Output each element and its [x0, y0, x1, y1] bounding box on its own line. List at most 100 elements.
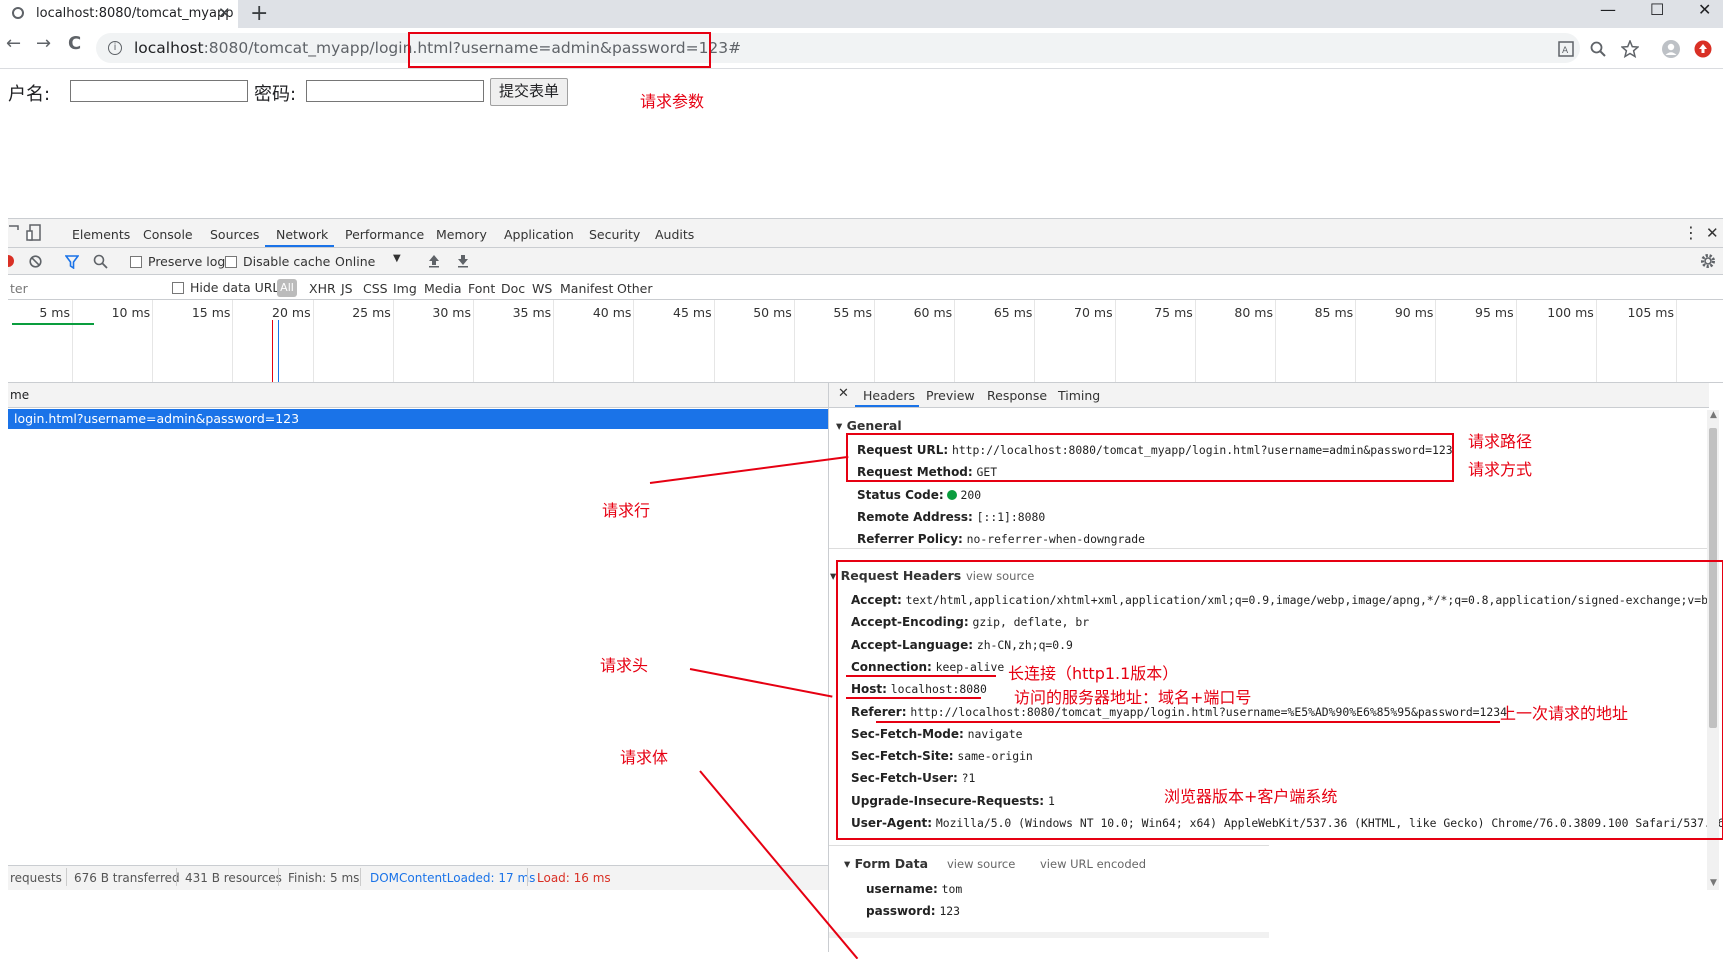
- type-filter-manifest[interactable]: Manifest: [560, 281, 613, 296]
- import-har-icon[interactable]: [428, 254, 440, 268]
- translate-icon[interactable]: A: [1558, 41, 1574, 57]
- active-tab-indicator: [265, 245, 334, 247]
- tab-response[interactable]: Response: [987, 388, 1047, 403]
- host-underline: [846, 697, 981, 699]
- scroll-down-icon[interactable]: ▼: [1710, 878, 1717, 888]
- tab-elements[interactable]: Elements: [72, 227, 130, 242]
- back-icon[interactable]: ←: [6, 33, 21, 54]
- device-toolbar-icon[interactable]: [26, 224, 42, 242]
- tab-timing[interactable]: Timing: [1058, 388, 1100, 403]
- settings-gear-icon[interactable]: [1700, 253, 1716, 269]
- reload-icon[interactable]: C: [68, 33, 81, 54]
- devtools-close-icon[interactable]: ✕: [1706, 224, 1719, 242]
- status-dcl: DOMContentLoaded: 17 ms: [370, 871, 536, 885]
- update-icon[interactable]: [1694, 40, 1712, 58]
- zoom-icon[interactable]: [1590, 41, 1606, 57]
- timeline-gridline: [1595, 300, 1597, 382]
- header-key: password:: [866, 904, 936, 918]
- devtools-tab-bar: [8, 219, 1723, 248]
- header-row: Referrer Policy: no-referrer-when-downgr…: [857, 532, 1145, 546]
- tab-audits[interactable]: Audits: [655, 227, 694, 242]
- type-filter-all[interactable]: All: [277, 279, 297, 297]
- header-key: Remote Address:: [857, 509, 973, 524]
- timeline-tick: 95 ms: [1475, 305, 1514, 320]
- more-options-icon[interactable]: ⋮: [1683, 223, 1699, 242]
- timeline-gridline: [1275, 300, 1276, 382]
- disable-cache-checkbox[interactable]: [225, 256, 237, 268]
- request-row[interactable]: login.html?username=admin&password=123: [8, 409, 828, 429]
- timeline-tick: 10 ms: [111, 305, 151, 320]
- new-tab-button[interactable]: +: [250, 1, 268, 26]
- search-icon[interactable]: [93, 254, 108, 269]
- timeline-tick: 45 ms: [673, 305, 712, 320]
- username-input[interactable]: [70, 80, 248, 102]
- timeline-gridline: [1676, 300, 1677, 382]
- throttle-select[interactable]: Online: [335, 254, 375, 269]
- tab-memory[interactable]: Memory: [436, 227, 487, 242]
- tab-headers[interactable]: Headers: [863, 388, 915, 403]
- horizontal-scrollbar[interactable]: [829, 932, 1269, 938]
- type-filter-other[interactable]: Other: [617, 281, 653, 296]
- form-data-title: Form Data: [854, 856, 929, 871]
- tab-performance[interactable]: Performance: [345, 227, 424, 242]
- timeline-gridline: [1515, 300, 1517, 382]
- timeline-tick: 50 ms: [753, 305, 792, 320]
- password-input[interactable]: [306, 80, 484, 102]
- filter-input[interactable]: ter: [10, 281, 28, 296]
- type-filter-js[interactable]: JS: [341, 281, 353, 296]
- form-data-view-url-encoded[interactable]: view URL encoded: [1040, 857, 1146, 871]
- status-load: Load: 16 ms: [537, 871, 611, 885]
- section-divider: [829, 845, 1269, 846]
- scroll-up-icon[interactable]: ▲: [1710, 410, 1717, 420]
- tab-network[interactable]: Network: [276, 227, 328, 242]
- header-key: Status Code:: [857, 487, 944, 502]
- detail-close-icon[interactable]: ✕: [838, 386, 849, 401]
- info-icon[interactable]: i: [108, 41, 122, 55]
- type-filter-ws[interactable]: WS: [532, 281, 552, 296]
- tab-console[interactable]: Console: [143, 227, 193, 242]
- status-requests: requests: [10, 871, 62, 885]
- header-value: tom: [941, 882, 963, 896]
- annotation-params: 请求参数: [640, 92, 705, 111]
- type-filter-font[interactable]: Font: [468, 281, 495, 296]
- annotation-request-line: 请求行: [602, 501, 651, 520]
- bookmark-star-icon[interactable]: [1621, 40, 1639, 58]
- chevron-down-icon[interactable]: ▼: [393, 253, 401, 264]
- forward-icon[interactable]: →: [36, 33, 51, 54]
- tab-close-icon[interactable]: ✕: [218, 4, 231, 22]
- record-icon[interactable]: [8, 255, 16, 267]
- annotation-request-head: 请求头: [600, 656, 649, 675]
- timeline-gridline: [1435, 300, 1437, 382]
- inspect-icon[interactable]: [8, 225, 22, 241]
- window-close-icon[interactable]: ✕: [1698, 0, 1711, 19]
- form-data-view-source[interactable]: view source: [947, 857, 1015, 871]
- tab-sources[interactable]: Sources: [210, 227, 259, 242]
- type-filter-doc[interactable]: Doc: [501, 281, 525, 296]
- maximize-icon[interactable]: ☐: [1650, 0, 1664, 19]
- timeline-tick: 40 ms: [592, 305, 632, 320]
- name-column-header[interactable]: me: [10, 388, 29, 402]
- browser-tab[interactable]: localhost:8080/tomcat_myapp ✕: [0, 0, 238, 28]
- form-data-toggle[interactable]: ▾ Form Data: [844, 856, 928, 871]
- tab-preview[interactable]: Preview: [926, 388, 975, 403]
- type-filter-media[interactable]: Media: [424, 281, 462, 296]
- timeline-gridline: [954, 300, 956, 382]
- general-section-toggle[interactable]: ▾ General: [836, 418, 902, 433]
- type-filter-img[interactable]: Img: [393, 281, 417, 296]
- referer-underline: [876, 721, 1500, 723]
- profile-icon[interactable]: [1662, 40, 1680, 58]
- globe-icon: [12, 7, 24, 19]
- type-filter-xhr[interactable]: XHR: [309, 281, 336, 296]
- clear-icon[interactable]: [29, 255, 42, 268]
- header-key: username:: [866, 882, 938, 896]
- submit-button[interactable]: 提交表单: [490, 78, 568, 106]
- hide-data-urls-checkbox[interactable]: [172, 282, 184, 294]
- preserve-log-checkbox[interactable]: [130, 256, 142, 268]
- tab-security[interactable]: Security: [589, 227, 640, 242]
- type-filter-css[interactable]: CSS: [363, 281, 388, 296]
- export-har-icon[interactable]: [457, 254, 469, 268]
- header-value: 200: [960, 487, 982, 502]
- minimize-icon[interactable]: —: [1600, 0, 1616, 19]
- filter-icon[interactable]: [65, 255, 79, 269]
- tab-application[interactable]: Application: [504, 227, 574, 242]
